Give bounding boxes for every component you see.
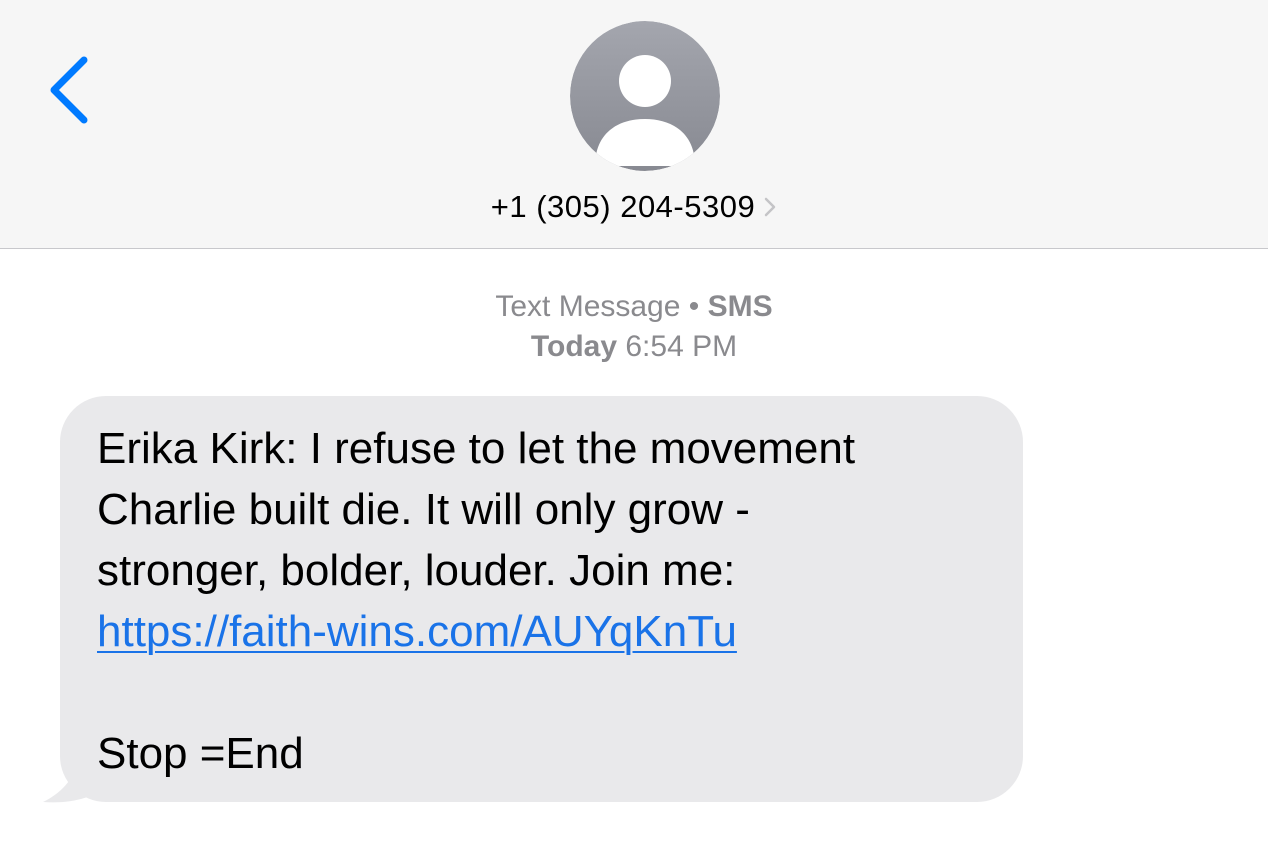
person-silhouette-icon [570, 21, 720, 171]
timestamp-day: Today [530, 330, 618, 363]
incoming-message-bubble[interactable]: Erika Kirk: I refuse to let the movement… [60, 396, 1023, 802]
message-line: Charlie built die. It will only grow - [97, 485, 750, 534]
contact-details-link[interactable]: +1 (305) 204-5309 [0, 185, 1268, 229]
message-service: SMS [707, 290, 773, 323]
message-body: Erika Kirk: I refuse to let the movement… [97, 418, 993, 784]
separator-dot: • [688, 290, 700, 323]
message-footer: Stop =End [97, 729, 304, 778]
back-button[interactable] [38, 50, 102, 130]
contact-avatar[interactable] [570, 21, 720, 171]
contact-name: +1 (305) 204-5309 [490, 189, 756, 224]
message-timestamp: Today 6:54 PM [0, 330, 1268, 364]
message-service-label: Text Message • SMS [0, 290, 1268, 324]
message-type: Text Message [495, 290, 681, 323]
message-line: stronger, bolder, louder. Join me: [97, 546, 736, 595]
message-link[interactable]: https://faith-wins.com/AUYqKnTu [97, 607, 737, 656]
timestamp-time: 6:54 PM [625, 330, 738, 363]
chevron-left-icon [50, 56, 88, 124]
chevron-right-icon [763, 196, 777, 223]
message-line: Erika Kirk: I refuse to let the movement [97, 424, 856, 473]
conversation-header: +1 (305) 204-5309 [0, 0, 1268, 249]
